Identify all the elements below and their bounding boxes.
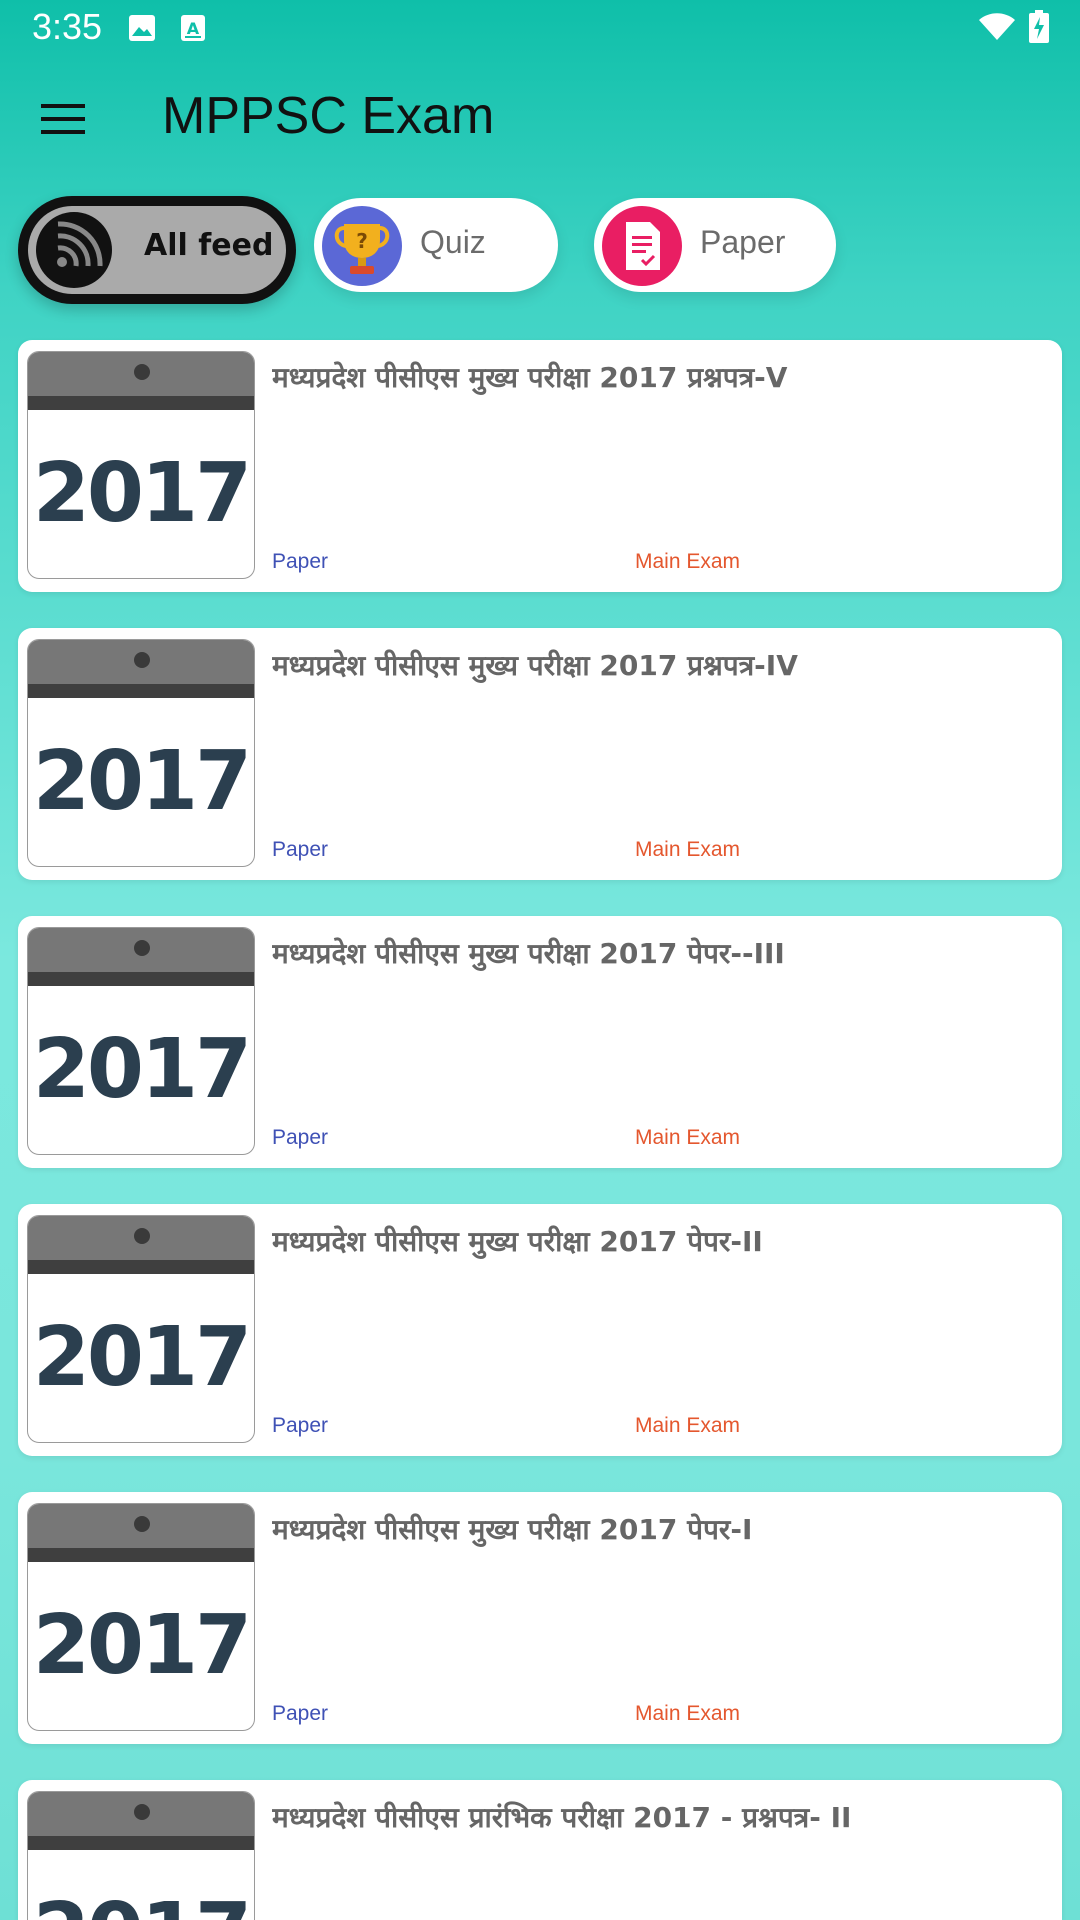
card-category-label: Main Exam <box>635 1414 741 1437</box>
thumbnail-year: 2017 <box>32 1310 252 1405</box>
card-type-label: Paper <box>272 838 329 861</box>
feed-card[interactable]: 2017 मध्यप्रदेश पीसीएस मुख्य परीक्षा 201… <box>18 916 1062 1168</box>
card-title: मध्यप्रदेश पीसीएस मुख्य परीक्षा 2017 प्र… <box>272 361 788 394</box>
filter-chip-all-feed-inner: All feed <box>28 206 286 294</box>
card-type-label: Paper <box>272 1414 329 1437</box>
filter-chip-quiz[interactable]: ? Quiz <box>314 198 558 292</box>
card-category-label: Main Exam <box>635 550 741 573</box>
app-bar: MPPSC Exam <box>0 56 1080 180</box>
calendar-thumbnail: 2017 <box>27 351 255 579</box>
card-type-label: Paper <box>272 550 329 573</box>
card-title: मध्यप्रदेश पीसीएस मुख्य परीक्षा 2017 पेप… <box>272 1225 763 1258</box>
thumbnail-year: 2017 <box>32 1598 252 1693</box>
feed-card[interactable]: 2017 मध्यप्रदेश पीसीएस मुख्य परीक्षा 201… <box>18 1204 1062 1456</box>
calendar-thumbnail: 2017 <box>27 639 255 867</box>
feed-card[interactable]: 2017 मध्यप्रदेश पीसीएस मुख्य परीक्षा 201… <box>18 628 1062 880</box>
battery-charging-icon <box>1028 10 1050 48</box>
text-a-icon: A <box>180 14 206 46</box>
trophy-icon: ? <box>322 206 402 286</box>
rss-feed-icon <box>36 212 112 288</box>
calendar-thumbnail: 2017 <box>27 1791 255 1920</box>
filter-chips: All feed ? Quiz Paper <box>0 196 1080 310</box>
filter-chip-label: Quiz <box>420 224 486 260</box>
card-title: मध्यप्रदेश पीसीएस मुख्य परीक्षा 2017 पेप… <box>272 937 785 970</box>
filter-chip-all-feed[interactable]: All feed <box>18 196 296 304</box>
calendar-thumbnail: 2017 <box>27 927 255 1155</box>
card-type-label: Paper <box>272 1702 329 1725</box>
feed-card[interactable]: 2017 मध्यप्रदेश पीसीएस मुख्य परीक्षा 201… <box>18 340 1062 592</box>
wifi-icon <box>978 12 1016 46</box>
calendar-thumbnail: 2017 <box>27 1503 255 1731</box>
status-time: 3:35 <box>32 6 103 47</box>
feed-card[interactable]: 2017 मध्यप्रदेश पीसीएस मुख्य परीक्षा 201… <box>18 1492 1062 1744</box>
filter-chip-paper[interactable]: Paper <box>594 198 836 292</box>
app-title: MPPSC Exam <box>162 87 495 145</box>
thumbnail-year: 2017 <box>32 1022 252 1117</box>
image-icon <box>128 14 156 46</box>
card-category-label: Main Exam <box>635 838 741 861</box>
filter-chip-label: Paper <box>700 224 786 260</box>
card-type-label: Paper <box>272 1126 329 1149</box>
calendar-thumbnail: 2017 <box>27 1215 255 1443</box>
card-category-label: Main Exam <box>635 1702 741 1725</box>
status-bar: 3:35 A <box>0 0 1080 56</box>
thumbnail-year: 2017 <box>28 1886 254 1920</box>
thumbnail-year: 2017 <box>32 734 252 829</box>
card-title: मध्यप्रदेश पीसीएस मुख्य परीक्षा 2017 प्र… <box>272 649 798 682</box>
menu-icon <box>41 103 85 139</box>
filter-chip-label: All feed <box>144 228 274 263</box>
card-title: मध्यप्रदेश पीसीएस प्रारंभिक परीक्षा 2017… <box>272 1801 852 1834</box>
menu-button[interactable] <box>30 94 96 148</box>
card-title: मध्यप्रदेश पीसीएस मुख्य परीक्षा 2017 पेप… <box>272 1513 753 1546</box>
svg-text:?: ? <box>356 229 368 253</box>
document-icon <box>602 206 682 286</box>
thumbnail-year: 2017 <box>32 446 252 541</box>
feed-card[interactable]: 2017 मध्यप्रदेश पीसीएस प्रारंभिक परीक्षा… <box>18 1780 1062 1920</box>
svg-text:A: A <box>187 19 200 38</box>
card-category-label: Main Exam <box>635 1126 741 1149</box>
